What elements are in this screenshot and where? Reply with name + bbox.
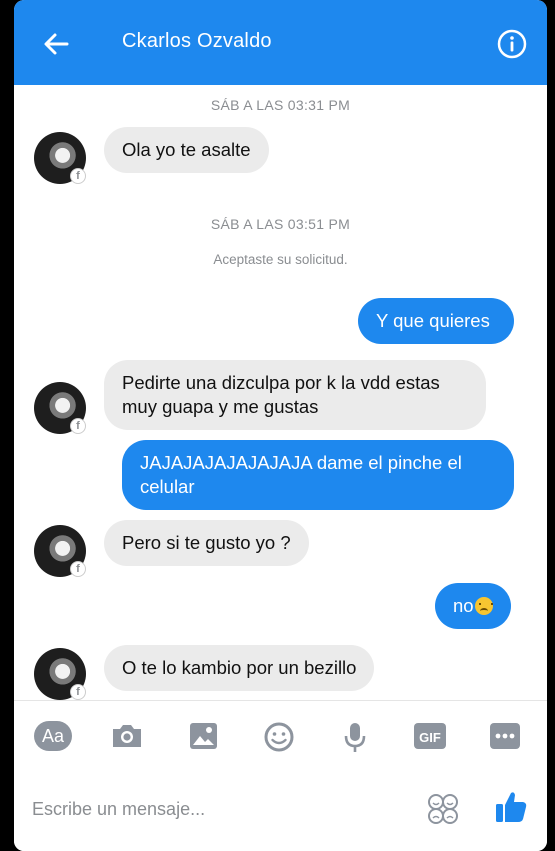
- outgoing-message[interactable]: Y que quieres: [358, 298, 514, 344]
- contact-name[interactable]: Ckarlos Ozvaldo: [122, 30, 272, 53]
- composer-toolbar: Aa GIF: [14, 700, 547, 772]
- incoming-message[interactable]: Pedirte una dizculpa por k la vdd estas …: [104, 360, 486, 430]
- emoji-icon[interactable]: [262, 721, 300, 753]
- facebook-badge-icon: f: [70, 168, 86, 184]
- system-message: Aceptaste su solicitud.: [213, 252, 348, 267]
- facebook-badge-icon: f: [70, 561, 86, 577]
- gif-icon[interactable]: GIF: [413, 721, 451, 753]
- messenger-screen: Ckarlos Ozvaldo SÁB A LAS 03:31 PM f Ola…: [14, 0, 547, 851]
- facebook-badge-icon: f: [70, 418, 86, 434]
- facebook-badge-icon: f: [70, 684, 86, 700]
- conversation-header: Ckarlos Ozvaldo: [14, 0, 547, 85]
- thumbs-up-icon[interactable]: [494, 788, 528, 826]
- message-input[interactable]: [32, 794, 412, 824]
- outgoing-message[interactable]: no: [435, 583, 511, 629]
- avatar[interactable]: f: [34, 525, 86, 577]
- info-icon[interactable]: [496, 28, 528, 60]
- more-icon[interactable]: [488, 721, 526, 753]
- arrow-left-icon[interactable]: [40, 28, 72, 60]
- outgoing-message[interactable]: JAJAJAJAJAJAJAJA dame el pinche el celul…: [122, 440, 514, 510]
- avatar[interactable]: f: [34, 132, 86, 184]
- svg-text:GIF: GIF: [419, 730, 441, 745]
- stickers-icon[interactable]: [426, 792, 460, 826]
- outgoing-message-text: no: [453, 595, 474, 616]
- disappointed-face-emoji-icon: [474, 597, 493, 615]
- incoming-message[interactable]: Pero si te gusto yo ?: [104, 520, 309, 566]
- avatar[interactable]: f: [34, 648, 86, 700]
- incoming-message[interactable]: Ola yo te asalte: [104, 127, 269, 173]
- message-list[interactable]: SÁB A LAS 03:31 PM f Ola yo te asalte SÁ…: [14, 85, 547, 700]
- timestamp: SÁB A LAS 03:31 PM: [210, 97, 351, 113]
- text-format-icon[interactable]: Aa: [34, 721, 72, 751]
- camera-icon[interactable]: [110, 721, 148, 753]
- timestamp: SÁB A LAS 03:51 PM: [210, 216, 351, 232]
- gallery-icon[interactable]: [187, 721, 225, 753]
- microphone-icon[interactable]: [342, 721, 380, 753]
- message-composer: [14, 772, 547, 851]
- avatar[interactable]: f: [34, 382, 86, 434]
- incoming-message[interactable]: O te lo kambio por un bezillo: [104, 645, 375, 691]
